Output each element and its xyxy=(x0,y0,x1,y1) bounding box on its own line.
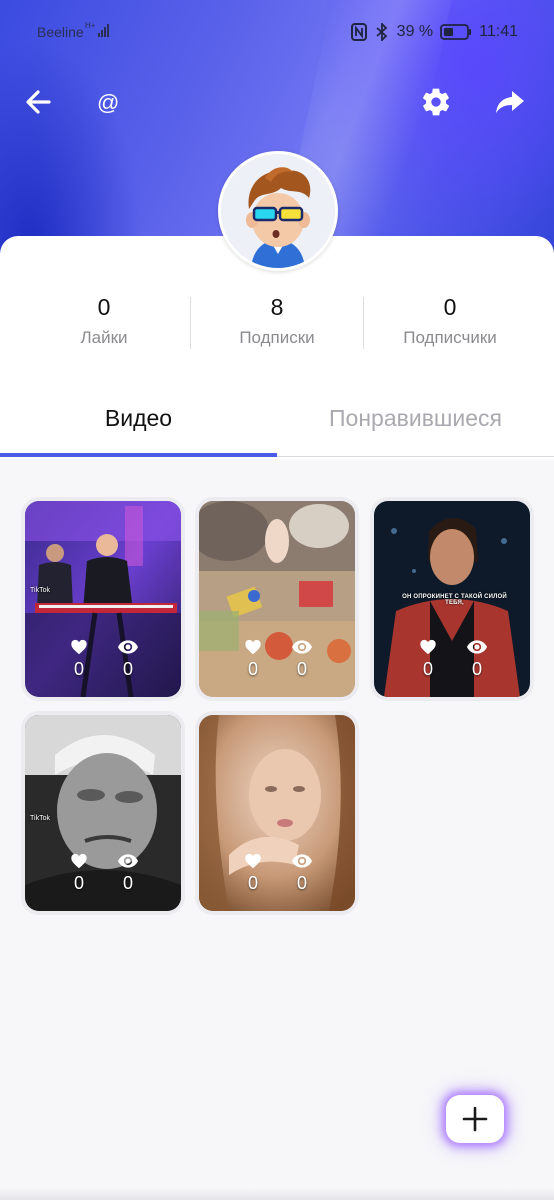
likes-label: Лайки xyxy=(80,328,128,347)
share-icon xyxy=(496,91,524,113)
back-button[interactable] xyxy=(16,80,60,124)
eye-icon xyxy=(118,640,138,654)
heart-icon xyxy=(420,639,436,655)
status-bar: Beeline H+ 39 % 11:41 xyxy=(0,0,554,62)
view-count: 0 xyxy=(471,659,482,679)
avatar-illustration xyxy=(221,154,335,268)
view-count: 0 xyxy=(122,659,133,679)
gear-icon xyxy=(423,88,450,116)
video-thumbnail[interactable]: 0 0 xyxy=(199,501,355,697)
like-count: 0 xyxy=(422,659,433,679)
following-label: Подписки xyxy=(239,328,315,347)
eye-icon xyxy=(292,640,312,654)
add-video-button[interactable] xyxy=(446,1095,504,1143)
heart-icon xyxy=(71,853,87,869)
profile-stats: 0 Лайки 8 Подписки 0 Подписчики xyxy=(0,292,554,362)
stat-likes[interactable]: 0 Лайки xyxy=(14,292,194,348)
video-stats: 0 0 xyxy=(199,853,355,903)
carrier-name: Beeline xyxy=(37,24,84,40)
stat-divider xyxy=(363,297,364,349)
bottom-edge xyxy=(0,1188,554,1200)
video-thumbnail[interactable]: TikTok 0 0 xyxy=(25,715,181,911)
arrow-back-icon xyxy=(26,90,51,114)
eye-icon xyxy=(467,640,487,654)
like-count: 0 xyxy=(73,659,84,679)
like-count: 0 xyxy=(73,873,84,893)
view-count: 0 xyxy=(122,873,133,893)
tab-liked[interactable]: Понравившиеся xyxy=(277,405,554,432)
signal-icon: H+ xyxy=(85,21,109,37)
likes-count: 0 xyxy=(97,294,111,320)
clock: 11:41 xyxy=(479,23,518,40)
heart-icon xyxy=(245,639,261,655)
video-stats: 0 0 xyxy=(25,853,181,903)
view-count: 0 xyxy=(296,873,307,893)
video-thumbnail[interactable]: 0 0 xyxy=(199,715,355,911)
view-count: 0 xyxy=(296,659,307,679)
video-caption: ОН ОПРОКИНЕТ С ТАКОЙ СИЛОЙ ТЕБЯ, xyxy=(402,594,507,606)
video-thumbnail[interactable]: TikTok 0 0 xyxy=(25,501,181,697)
like-count: 0 xyxy=(247,873,258,893)
top-nav: @ xyxy=(0,80,554,130)
followers-count: 0 xyxy=(443,294,457,320)
following-count: 8 xyxy=(270,294,284,320)
stat-following[interactable]: 8 Подписки xyxy=(187,292,367,348)
stat-followers[interactable]: 0 Подписчики xyxy=(360,292,540,348)
tiktok-watermark: TikTok xyxy=(30,587,50,594)
nfc-icon xyxy=(350,23,367,41)
tab-divider xyxy=(277,456,554,457)
stat-divider xyxy=(190,297,191,349)
video-stats: 0 0 xyxy=(25,639,181,689)
followers-label: Подписчики xyxy=(403,328,497,347)
heart-icon xyxy=(71,639,87,655)
battery-percent: 39 % xyxy=(396,23,434,40)
eye-icon xyxy=(118,854,138,868)
tiktok-watermark: TikTok xyxy=(30,815,50,822)
video-stats: 0 0 xyxy=(374,639,530,689)
avatar[interactable] xyxy=(218,151,338,271)
eye-icon xyxy=(292,854,312,868)
bluetooth-icon xyxy=(376,23,387,41)
like-count: 0 xyxy=(247,659,258,679)
video-thumbnail[interactable]: ОН ОПРОКИНЕТ С ТАКОЙ СИЛОЙ ТЕБЯ, 0 0 xyxy=(374,501,530,697)
video-stats: 0 0 xyxy=(199,639,355,689)
heart-icon xyxy=(245,853,261,869)
tab-videos[interactable]: Видео xyxy=(0,405,277,432)
svg-text:H+: H+ xyxy=(85,21,96,30)
battery-icon xyxy=(440,24,472,40)
username: @ xyxy=(97,90,120,115)
share-button[interactable] xyxy=(488,80,532,124)
settings-button[interactable] xyxy=(414,80,458,124)
active-tab-indicator xyxy=(0,453,277,457)
plus-icon xyxy=(462,1106,488,1132)
content-tabs: Видео Понравившиеся xyxy=(0,395,554,459)
